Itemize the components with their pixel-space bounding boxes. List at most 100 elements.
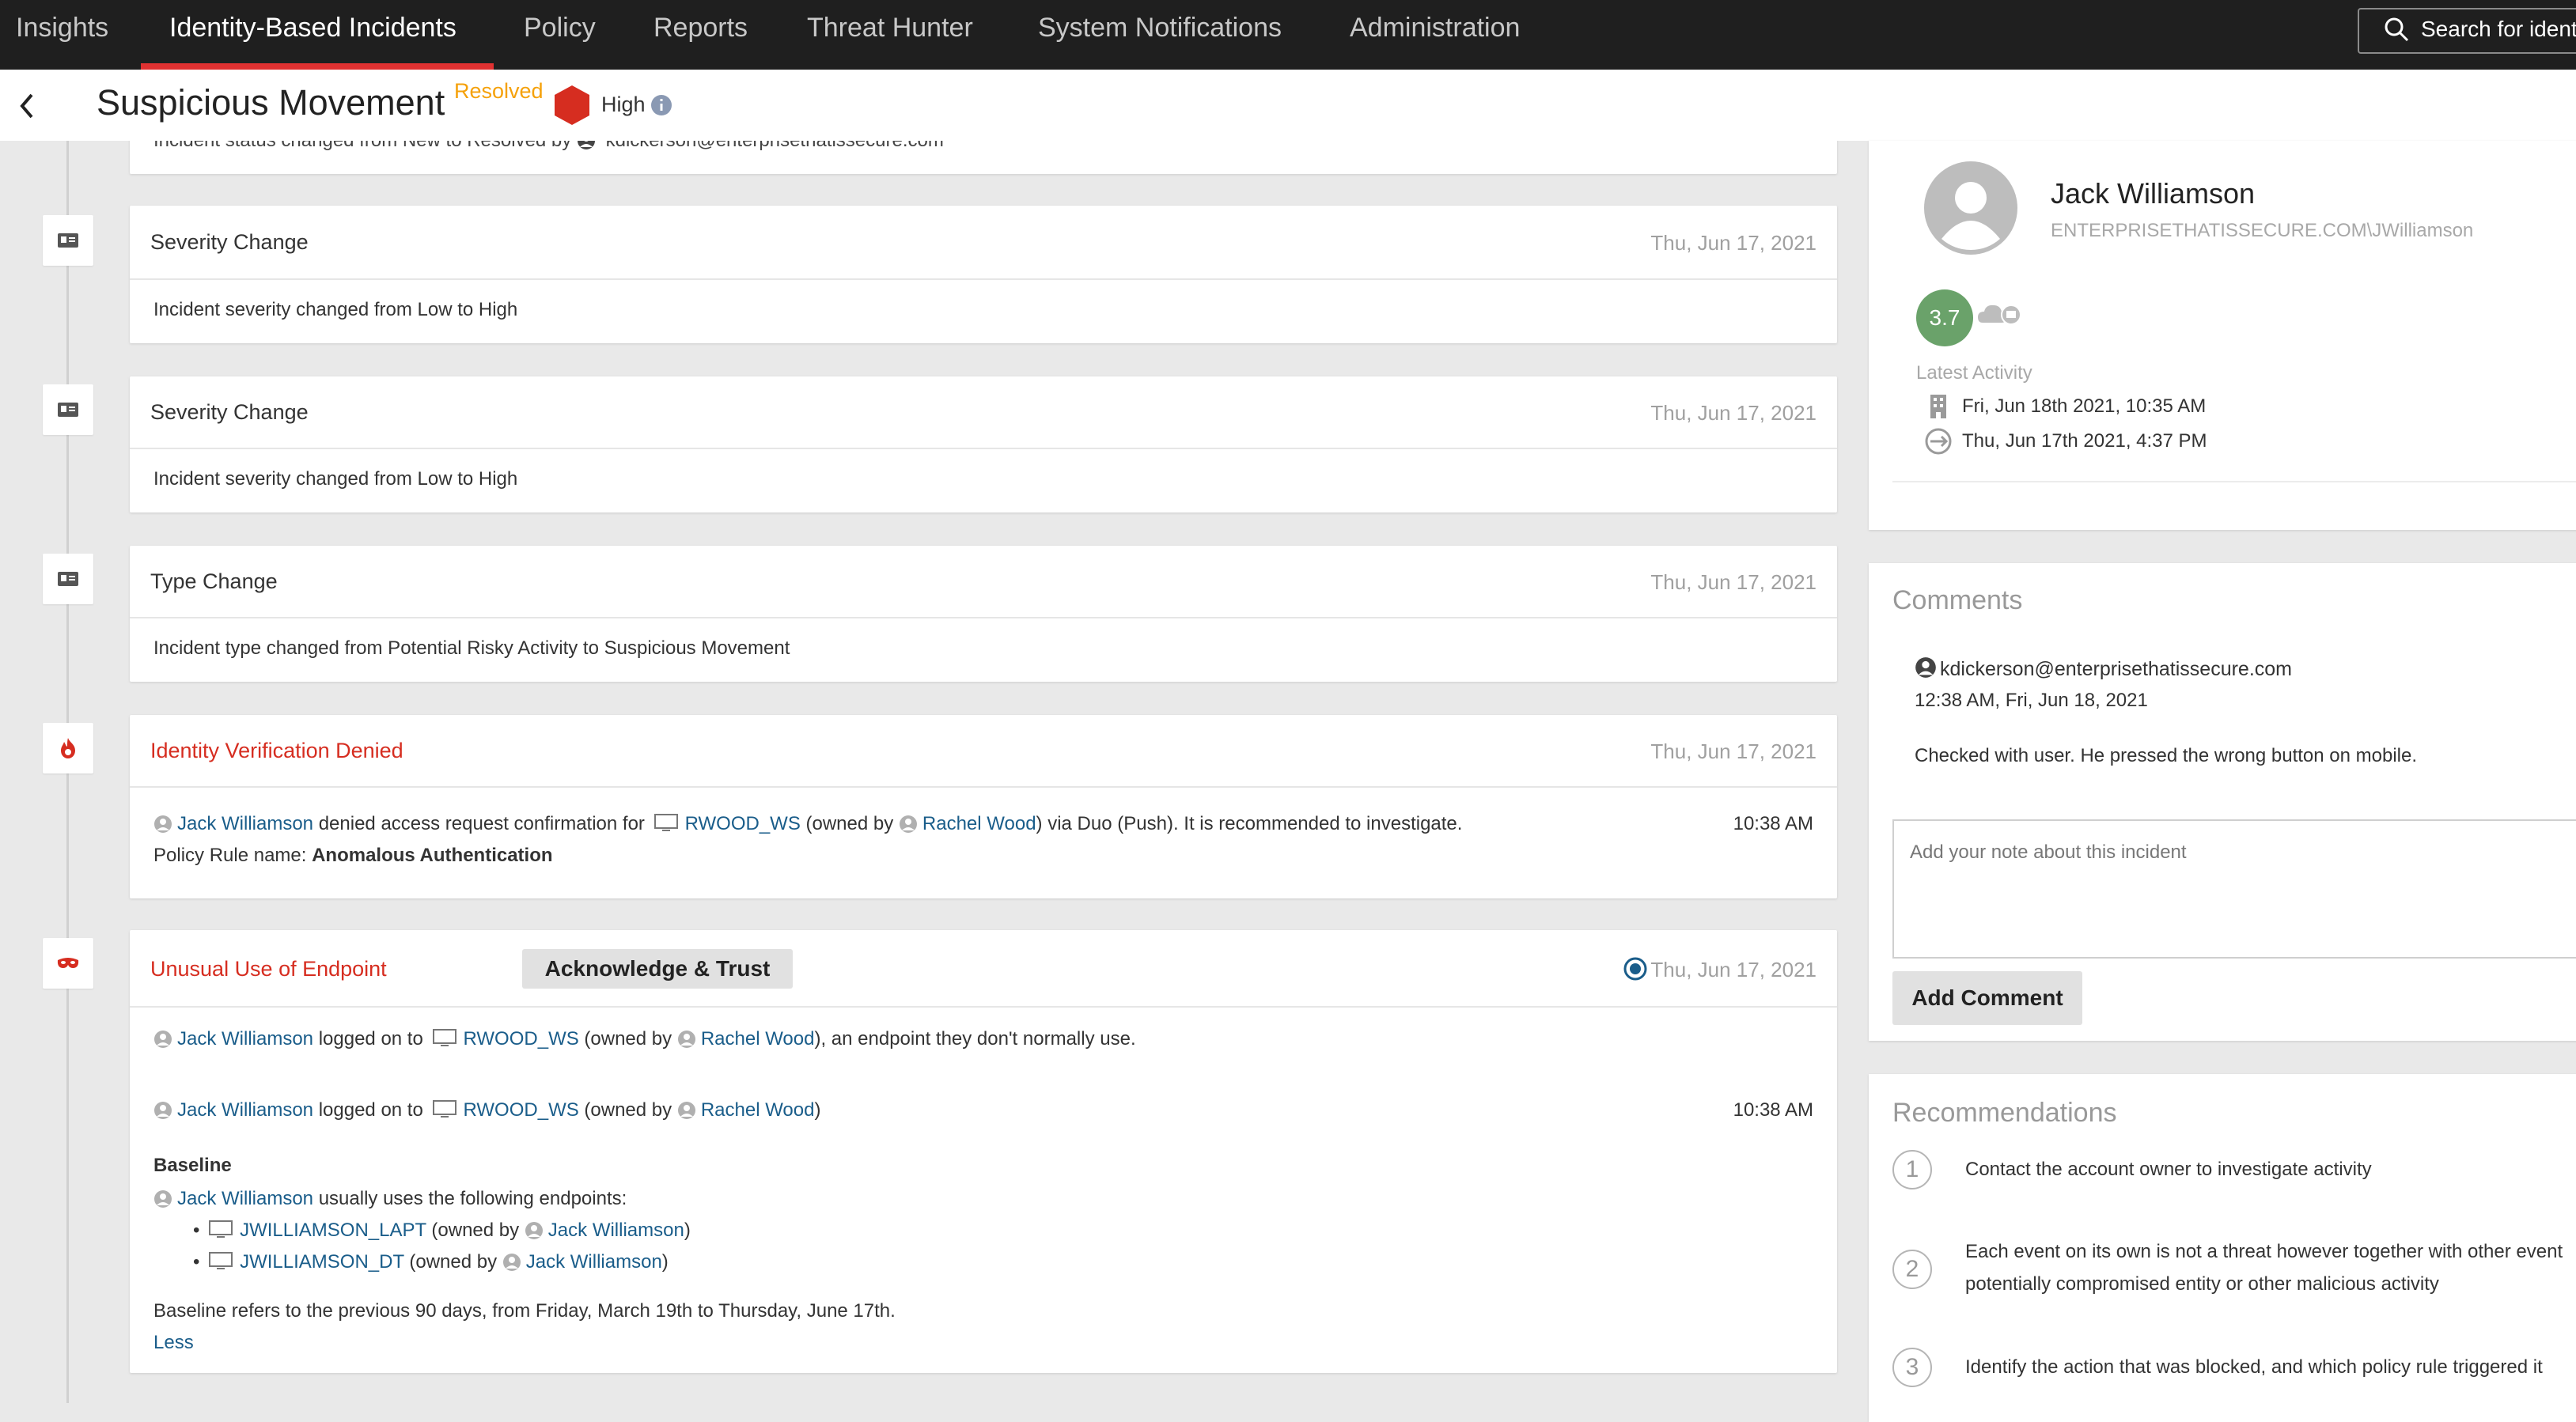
owner-link[interactable]: Rachel Wood — [701, 1099, 815, 1121]
comments-title: Comments — [1892, 585, 2023, 615]
denied-description: Jack Williamson denied access request co… — [153, 813, 1462, 835]
card-title: Severity Change — [150, 400, 309, 424]
status-badge: Resolved — [454, 79, 544, 103]
owner-link[interactable]: Rachel Wood — [701, 1028, 815, 1049]
card-date: Thu, Jun 17, 2021 — [1650, 231, 1816, 255]
event-time: 10:38 AM — [1733, 813, 1813, 834]
nav-item-threat-hunter[interactable]: Threat Hunter — [807, 0, 973, 70]
severity-label: High — [601, 93, 646, 116]
timeline-card-severity-change-1: Severity Change Thu, Jun 17, 2021 Incide… — [130, 206, 1837, 343]
recommendation-text: Contact the account owner to investigate… — [1965, 1159, 2372, 1180]
add-comment-button[interactable]: Add Comment — [1892, 971, 2082, 1025]
card-date: Thu, Jun 17, 2021 — [1650, 401, 1816, 425]
comments-panel — [1869, 563, 2576, 1041]
user-icon — [677, 1031, 695, 1048]
nav-item-reports[interactable]: Reports — [653, 0, 748, 70]
monitor-icon — [209, 1252, 233, 1269]
cloud-mail-icon — [1978, 304, 2021, 325]
endpoint-link[interactable]: RWOOD_WS — [464, 1099, 579, 1121]
logon-line-2: Jack Williamson logged on to RWOOD_WS (o… — [153, 1099, 820, 1121]
card-title: Unusual Use of Endpoint — [150, 957, 387, 981]
user-link[interactable]: Jack Williamson — [177, 813, 313, 834]
card-date: Thu, Jun 17, 2021 — [1650, 958, 1816, 981]
timeline-card-type-change: Type Change Thu, Jun 17, 2021 Incident t… — [130, 546, 1837, 682]
cloud-sync-icon — [1925, 428, 1952, 455]
user-icon — [502, 1254, 521, 1271]
card-date: Thu, Jun 17, 2021 — [1650, 739, 1816, 763]
info-icon[interactable] — [650, 94, 672, 116]
card-title: Identity Verification Denied — [150, 739, 403, 762]
monitor-icon — [209, 1220, 233, 1238]
endpoint-link[interactable]: RWOOD_WS — [685, 813, 801, 834]
acknowledge-trust-button[interactable]: Acknowledge & Trust — [522, 949, 793, 989]
logon-line-1: Jack Williamson logged on to RWOOD_WS (o… — [153, 1028, 1136, 1050]
user-domain: ENTERPRISETHATISSECURE.COM\JWilliamson — [2051, 220, 2474, 241]
baseline-note: Baseline refers to the previous 90 days,… — [153, 1300, 896, 1322]
avatar — [1924, 161, 2017, 255]
nav-item-system-notifications[interactable]: System Notifications — [1038, 0, 1282, 70]
card-date: Thu, Jun 17, 2021 — [1650, 570, 1816, 594]
radio-indicator[interactable] — [1623, 957, 1647, 981]
timeline-card-unusual-use-of-endpoint: Unusual Use of Endpoint Acknowledge & Tr… — [130, 930, 1837, 1373]
user-link[interactable]: Jack Williamson — [177, 1099, 313, 1121]
activity-onprem-time: Fri, Jun 18th 2021, 10:35 AM — [1962, 395, 2207, 417]
owner-link[interactable]: Rachel Wood — [922, 813, 1036, 834]
nav-item-policy[interactable]: Policy — [524, 0, 596, 70]
user-icon — [525, 1222, 543, 1239]
nav-item-insights[interactable]: Insights — [16, 0, 108, 70]
baseline-title: Baseline — [153, 1155, 232, 1176]
owner-link[interactable]: Jack Williamson — [548, 1220, 684, 1241]
user-icon — [1915, 657, 1936, 678]
id-card-icon — [43, 215, 93, 266]
nav-item-identity-based-incidents[interactable]: Identity-Based Incidents — [169, 0, 456, 70]
card-title: Severity Change — [150, 230, 309, 254]
top-nav: Insights Identity-Based Incidents Policy… — [0, 0, 2576, 70]
user-link[interactable]: Jack Williamson — [177, 1188, 313, 1209]
user-icon — [154, 815, 172, 833]
card-title: Type Change — [150, 569, 278, 593]
search-icon — [2385, 17, 2409, 42]
user-icon — [154, 1190, 172, 1208]
user-icon — [154, 1102, 172, 1119]
recommendation-text: Identify the action that was blocked, an… — [1965, 1356, 2543, 1378]
risk-score-badge: 3.7 — [1916, 289, 1973, 346]
search-placeholder[interactable]: Search for identi — [2421, 8, 2576, 51]
endpoint-link[interactable]: JWILLIAMSON_DT — [240, 1251, 404, 1273]
nav-active-indicator — [141, 63, 494, 70]
card-body: Incident type changed from Potential Ris… — [153, 637, 790, 659]
comment-time: 12:38 AM, Fri, Jun 18, 2021 — [1915, 690, 2148, 711]
user-icon — [154, 1031, 172, 1048]
user-name: Jack Williamson — [2051, 177, 2256, 210]
divider — [1892, 481, 2576, 482]
id-card-icon — [43, 384, 93, 435]
user-icon — [899, 815, 917, 833]
timeline-card-identity-verification-denied: Identity Verification Denied Thu, Jun 17… — [130, 715, 1837, 898]
baseline-endpoint-item: • JWILLIAMSON_DT (owned by Jack Williams… — [193, 1251, 669, 1273]
monitor-icon — [432, 1029, 456, 1046]
mask-icon — [43, 938, 93, 989]
comment-note-input[interactable] — [1892, 819, 2576, 959]
card-body: Incident severity changed from Low to Hi… — [153, 468, 518, 490]
card-body: Incident severity changed from Low to Hi… — [153, 299, 518, 320]
recommendations-title: Recommendations — [1892, 1098, 2117, 1128]
endpoint-link[interactable]: RWOOD_WS — [464, 1028, 579, 1049]
comment-author: kdickerson@enterprisethatissecure.com — [1940, 658, 2293, 680]
recommendation-number: 3 — [1892, 1348, 1932, 1387]
timeline-card-severity-change-2: Severity Change Thu, Jun 17, 2021 Incide… — [130, 376, 1837, 512]
owner-link[interactable]: Jack Williamson — [526, 1251, 662, 1273]
policy-rule: Policy Rule name: Anomalous Authenticati… — [153, 845, 553, 866]
baseline-endpoint-item: • JWILLIAMSON_LAPT (owned by Jack Willia… — [193, 1220, 691, 1241]
event-time: 10:38 AM — [1733, 1099, 1813, 1121]
back-arrow-icon[interactable] — [14, 90, 41, 122]
endpoint-link[interactable]: JWILLIAMSON_LAPT — [240, 1220, 426, 1241]
building-icon — [1930, 395, 1946, 418]
monitor-icon — [653, 814, 678, 831]
less-link[interactable]: Less — [153, 1332, 194, 1354]
comment-text: Checked with user. He pressed the wrong … — [1915, 745, 2418, 766]
monitor-icon — [432, 1100, 456, 1118]
recommendation-text: Each event on its own is not a threat ho… — [1965, 1241, 2563, 1295]
user-icon — [677, 1102, 695, 1119]
user-link[interactable]: Jack Williamson — [177, 1028, 313, 1049]
nav-item-administration[interactable]: Administration — [1350, 0, 1520, 70]
activity-cloud-time: Thu, Jun 17th 2021, 4:37 PM — [1962, 430, 2207, 452]
